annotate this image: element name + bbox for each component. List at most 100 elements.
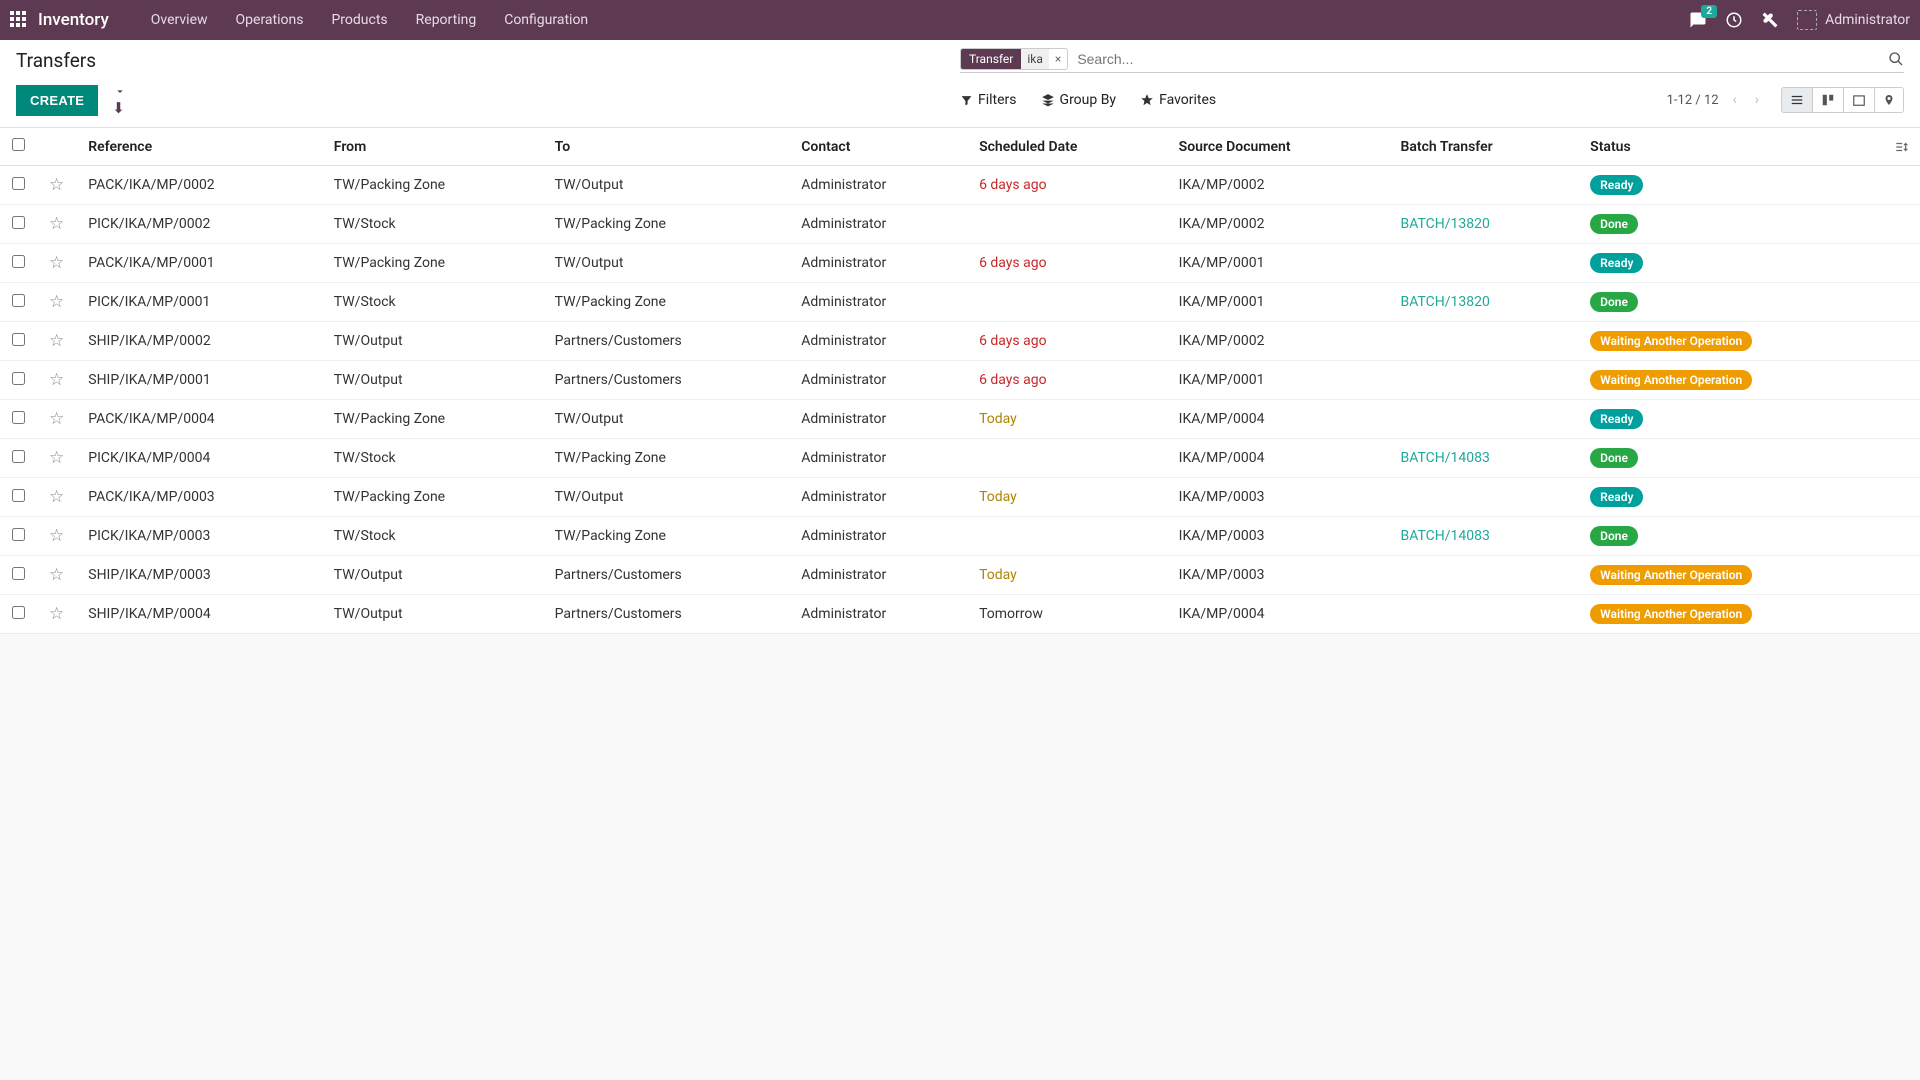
optional-fields-icon[interactable]	[1882, 128, 1920, 166]
user-menu[interactable]: Administrator	[1797, 10, 1910, 30]
cell-batch[interactable]: BATCH/14083	[1388, 517, 1578, 556]
star-toggle[interactable]: ☆	[37, 283, 76, 322]
cell-to: TW/Packing Zone	[543, 439, 790, 478]
star-toggle[interactable]: ☆	[37, 478, 76, 517]
star-toggle[interactable]: ☆	[37, 556, 76, 595]
table-row[interactable]: ☆SHIP/IKA/MP/0002TW/OutputPartners/Custo…	[0, 322, 1920, 361]
table-row[interactable]: ☆SHIP/IKA/MP/0004TW/OutputPartners/Custo…	[0, 595, 1920, 634]
col-reference[interactable]: Reference	[76, 128, 322, 166]
cell-date: Today	[967, 478, 1167, 517]
download-icon[interactable]: ⬇	[112, 83, 128, 117]
star-toggle[interactable]: ☆	[37, 361, 76, 400]
messages-button[interactable]: 2	[1689, 11, 1707, 29]
apps-icon[interactable]	[10, 11, 28, 29]
star-toggle[interactable]: ☆	[37, 205, 76, 244]
cell-to: TW/Packing Zone	[543, 517, 790, 556]
cell-source: IKA/MP/0002	[1167, 166, 1389, 205]
app-brand[interactable]: Inventory	[38, 10, 109, 30]
cell-to: TW/Output	[543, 166, 790, 205]
table-row[interactable]: ☆PICK/IKA/MP/0003TW/StockTW/Packing Zone…	[0, 517, 1920, 556]
col-batch[interactable]: Batch Transfer	[1388, 128, 1578, 166]
favorites-button[interactable]: Favorites	[1140, 92, 1216, 108]
table-row[interactable]: ☆SHIP/IKA/MP/0003TW/OutputPartners/Custo…	[0, 556, 1920, 595]
cell-status: Done	[1578, 439, 1882, 478]
cell-from: TW/Stock	[322, 205, 543, 244]
row-checkbox[interactable]	[12, 528, 25, 541]
create-button[interactable]: CREATE	[16, 85, 98, 116]
nav-operations[interactable]: Operations	[222, 12, 318, 28]
map-view-icon[interactable]	[1875, 88, 1903, 112]
table-row[interactable]: ☆PACK/IKA/MP/0003TW/Packing ZoneTW/Outpu…	[0, 478, 1920, 517]
star-toggle[interactable]: ☆	[37, 166, 76, 205]
nav-overview[interactable]: Overview	[137, 12, 222, 28]
cell-date	[967, 205, 1167, 244]
col-to[interactable]: To	[543, 128, 790, 166]
nav-products[interactable]: Products	[317, 12, 401, 28]
facet-remove-icon[interactable]: ×	[1049, 52, 1067, 66]
star-toggle[interactable]: ☆	[37, 322, 76, 361]
groupby-button[interactable]: Group By	[1041, 92, 1117, 108]
col-source[interactable]: Source Document	[1167, 128, 1389, 166]
cell-reference: PICK/IKA/MP/0003	[76, 517, 322, 556]
row-checkbox[interactable]	[12, 333, 25, 346]
search-icon[interactable]	[1888, 51, 1904, 67]
breadcrumb: Transfers	[16, 49, 96, 72]
cell-contact: Administrator	[789, 322, 967, 361]
table-row[interactable]: ☆PICK/IKA/MP/0002TW/StockTW/Packing Zone…	[0, 205, 1920, 244]
table-row[interactable]: ☆SHIP/IKA/MP/0001TW/OutputPartners/Custo…	[0, 361, 1920, 400]
nav-links: Overview Operations Products Reporting C…	[137, 12, 602, 28]
kanban-view-icon[interactable]	[1813, 88, 1844, 112]
col-contact[interactable]: Contact	[789, 128, 967, 166]
cell-date: Tomorrow	[967, 595, 1167, 634]
row-checkbox[interactable]	[12, 606, 25, 619]
row-checkbox[interactable]	[12, 294, 25, 307]
row-checkbox[interactable]	[12, 177, 25, 190]
select-all-checkbox[interactable]	[12, 138, 25, 151]
star-toggle[interactable]: ☆	[37, 439, 76, 478]
cell-batch	[1388, 322, 1578, 361]
tools-icon[interactable]	[1761, 11, 1779, 29]
search-input[interactable]	[1074, 48, 1888, 70]
calendar-view-icon[interactable]	[1844, 88, 1875, 112]
funnel-icon	[960, 94, 973, 107]
row-checkbox[interactable]	[12, 450, 25, 463]
star-toggle[interactable]: ☆	[37, 595, 76, 634]
pager-prev-icon[interactable]: ‹	[1729, 90, 1741, 110]
cell-contact: Administrator	[789, 478, 967, 517]
row-checkbox[interactable]	[12, 372, 25, 385]
col-from[interactable]: From	[322, 128, 543, 166]
cell-date: Today	[967, 400, 1167, 439]
cell-date: Today	[967, 556, 1167, 595]
row-checkbox[interactable]	[12, 216, 25, 229]
row-checkbox[interactable]	[12, 567, 25, 580]
col-status[interactable]: Status	[1578, 128, 1882, 166]
nav-reporting[interactable]: Reporting	[402, 12, 491, 28]
col-date[interactable]: Scheduled Date	[967, 128, 1167, 166]
cell-reference: PICK/IKA/MP/0001	[76, 283, 322, 322]
star-toggle[interactable]: ☆	[37, 244, 76, 283]
avatar-icon	[1797, 10, 1817, 30]
table-row[interactable]: ☆PACK/IKA/MP/0002TW/Packing ZoneTW/Outpu…	[0, 166, 1920, 205]
star-toggle[interactable]: ☆	[37, 517, 76, 556]
search-bar[interactable]: Transfer ika ×	[960, 48, 1904, 73]
list-view-icon[interactable]	[1782, 88, 1813, 112]
table-row[interactable]: ☆PACK/IKA/MP/0001TW/Packing ZoneTW/Outpu…	[0, 244, 1920, 283]
table-row[interactable]: ☆PICK/IKA/MP/0001TW/StockTW/Packing Zone…	[0, 283, 1920, 322]
pager-next-icon[interactable]: ›	[1751, 90, 1763, 110]
cell-batch[interactable]: BATCH/13820	[1388, 283, 1578, 322]
activity-icon[interactable]	[1725, 11, 1743, 29]
pager-text[interactable]: 1-12 / 12	[1667, 93, 1719, 108]
cell-reference: PACK/IKA/MP/0002	[76, 166, 322, 205]
star-toggle[interactable]: ☆	[37, 400, 76, 439]
nav-configuration[interactable]: Configuration	[490, 12, 602, 28]
filters-button[interactable]: Filters	[960, 92, 1017, 108]
cell-from: TW/Output	[322, 595, 543, 634]
row-checkbox[interactable]	[12, 489, 25, 502]
cell-to: TW/Packing Zone	[543, 283, 790, 322]
table-row[interactable]: ☆PICK/IKA/MP/0004TW/StockTW/Packing Zone…	[0, 439, 1920, 478]
cell-batch[interactable]: BATCH/13820	[1388, 205, 1578, 244]
table-row[interactable]: ☆PACK/IKA/MP/0004TW/Packing ZoneTW/Outpu…	[0, 400, 1920, 439]
cell-batch[interactable]: BATCH/14083	[1388, 439, 1578, 478]
row-checkbox[interactable]	[12, 255, 25, 268]
row-checkbox[interactable]	[12, 411, 25, 424]
